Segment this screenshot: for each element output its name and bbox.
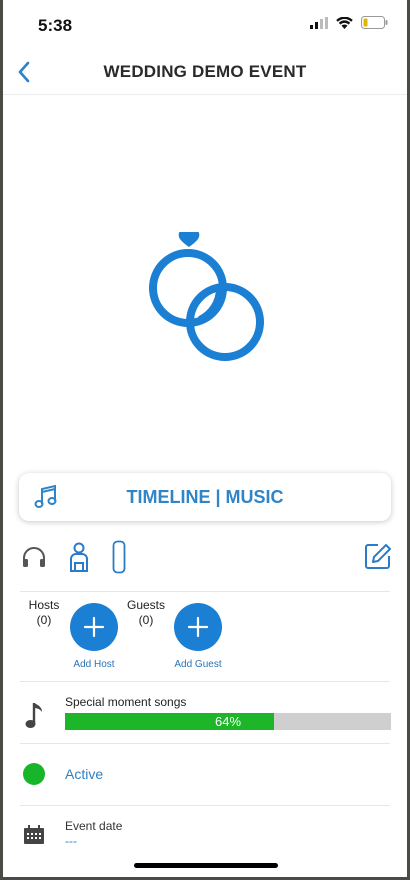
status-label: Active <box>65 766 104 782</box>
guests-label: Guests <box>126 598 165 612</box>
guests-label-group: Guests (0) <box>124 598 168 628</box>
hosts-count: (0) <box>36 613 52 627</box>
timeline-music-button[interactable]: TIMELINE | MUSIC <box>19 473 391 521</box>
plus-icon <box>187 616 209 638</box>
status-icons <box>310 16 388 29</box>
battery-icon <box>361 16 388 29</box>
add-host-label[interactable]: Add Host <box>64 659 124 670</box>
event-date-value: --- <box>65 834 77 848</box>
headphones-icon[interactable] <box>21 546 47 568</box>
hosts-guests-section: Hosts (0) Add Host Guests (0) Add Guest <box>0 596 410 676</box>
hosts-label-group: Hosts (0) <box>24 598 64 628</box>
page-title: WEDDING DEMO EVENT <box>103 62 307 81</box>
status-dot <box>23 763 45 785</box>
divider <box>20 591 390 592</box>
plus-icon <box>83 616 105 638</box>
single-note-icon <box>25 703 42 728</box>
navigation-bar: WEDDING DEMO EVENT <box>0 50 410 95</box>
home-indicator <box>134 863 278 868</box>
special-songs-row[interactable]: Special moment songs 64% <box>0 688 410 740</box>
add-guest-label[interactable]: Add Guest <box>166 659 230 670</box>
add-host-button[interactable] <box>70 603 118 651</box>
divider <box>20 743 390 744</box>
person-icon[interactable] <box>68 542 90 572</box>
event-status-row[interactable]: Active <box>0 748 410 800</box>
event-date-label: Event date <box>65 819 123 833</box>
add-guest-button[interactable] <box>174 603 222 651</box>
guests-count: (0) <box>138 613 154 627</box>
divider <box>20 681 390 682</box>
event-date-row[interactable]: Event date --- <box>0 808 410 848</box>
songs-progress-text: 64% <box>214 714 242 729</box>
event-toolbar <box>0 538 410 578</box>
songs-label: Special moment songs <box>65 695 187 709</box>
divider <box>20 805 390 806</box>
edit-icon[interactable] <box>364 542 392 570</box>
wifi-icon <box>336 16 353 29</box>
cellular-signal-icon <box>310 16 328 29</box>
status-time: 5:38 <box>38 16 73 35</box>
phone-icon[interactable] <box>112 540 126 574</box>
calendar-icon <box>24 825 44 844</box>
hosts-label: Hosts <box>28 598 60 612</box>
songs-progress-bar: 64% <box>65 713 391 730</box>
timeline-music-label: TIMELINE | MUSIC <box>126 487 284 507</box>
status-bar: 5:38 <box>0 0 410 50</box>
wedding-rings-icon <box>149 232 264 361</box>
